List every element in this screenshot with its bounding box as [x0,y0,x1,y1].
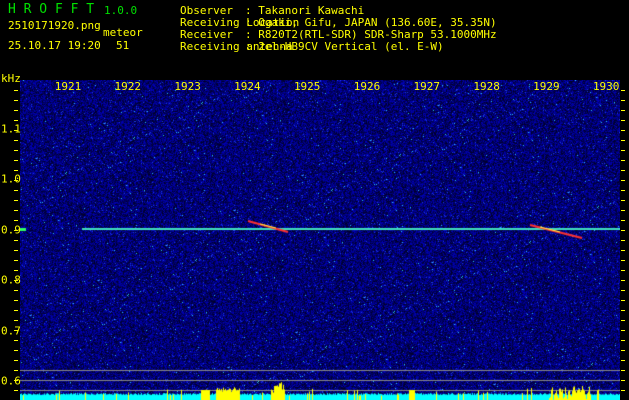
x-tick-label: 1927 [413,80,441,93]
y-unit-label: kHz [1,72,21,85]
y-tick-mark [621,270,625,271]
y-tick-mark [14,110,18,111]
y-tick-mark [621,240,625,241]
y-tick-mark [14,120,18,121]
y-tick-mark [621,390,625,391]
meteor-count: 51 [116,39,130,52]
x-tick-label: 1929 [533,80,560,93]
y-tick-mark [14,310,18,311]
x-tick-label: 1923 [174,80,201,93]
y-tick-mark [14,140,18,141]
y-tick-mark [621,110,625,111]
y-tick-mark [14,130,18,131]
y-tick-mark [14,390,18,391]
waterfall-spectrogram [20,80,620,400]
y-tick-mark [14,280,18,281]
y-tick-mark [621,290,625,291]
y-tick-mark [14,270,18,271]
x-tick-label: 1924 [234,80,261,93]
y-tick-mark [14,170,18,171]
y-tick-mark [621,260,625,261]
y-tick-mark [14,370,18,371]
y-tick-mark [14,360,18,361]
y-tick-mark [621,340,625,341]
y-tick-mark [14,300,18,301]
y-tick-mark [621,250,625,251]
y-tick-mark [621,210,625,211]
meteor-label: meteor [103,26,143,39]
x-tick-label: 1928 [473,80,500,93]
y-tick-mark [621,330,625,331]
y-tick-label: 1.1 [1,122,21,136]
y-tick-mark [621,300,625,301]
y-tick-mark [621,320,625,321]
x-tick-label: 1922 [114,80,142,93]
y-tick-label: 0.6 [1,374,21,388]
y-tick-mark [14,180,18,181]
y-tick-mark [14,250,18,251]
y-tick-mark [14,330,18,331]
y-tick-mark [621,180,625,181]
y-tick-mark [14,290,18,291]
y-tick-mark [14,220,18,221]
info-value: : 2el-HB9CV Vertical (el. E-W) [245,40,444,53]
y-tick-mark [621,350,625,351]
x-tick-label: 1930 [592,80,620,93]
y-tick-mark [14,380,18,381]
y-tick-mark [14,160,18,161]
y-tick-mark [621,90,625,91]
y-tick-mark [14,190,18,191]
y-tick-mark [621,150,625,151]
y-tick-mark [621,170,625,171]
x-tick-label: 1921 [54,80,82,93]
y-tick-mark [14,210,18,211]
y-tick-mark [621,160,625,161]
y-tick-mark [621,360,625,361]
x-tick-label: 1926 [353,80,381,93]
y-tick-mark [621,200,625,201]
file-name: 2510171920.png [8,19,101,32]
y-tick-mark [14,90,18,91]
y-tick-mark [621,280,625,281]
y-tick-mark [621,370,625,371]
y-tick-mark [621,130,625,131]
y-tick-mark [14,260,18,261]
y-tick-mark [14,150,18,151]
file-datetime: 25.10.17 19:20 [8,39,101,52]
y-tick-mark [14,100,18,101]
y-tick-mark [14,230,18,231]
x-tick-label: 1925 [293,80,321,93]
y-tick-mark [621,120,625,121]
y-tick-mark [621,380,625,381]
y-tick-mark [621,190,625,191]
y-tick-mark [14,340,18,341]
y-tick-mark [621,220,625,221]
y-tick-mark [14,200,18,201]
app-title: H R O F F T [8,2,95,17]
y-tick-mark [621,140,625,141]
y-tick-mark [14,350,18,351]
y-tick-mark [621,310,625,311]
y-tick-mark [621,230,625,231]
y-tick-mark [14,320,18,321]
y-tick-mark [14,240,18,241]
app-version: 1.0.0 [104,4,138,17]
y-tick-mark [621,100,625,101]
